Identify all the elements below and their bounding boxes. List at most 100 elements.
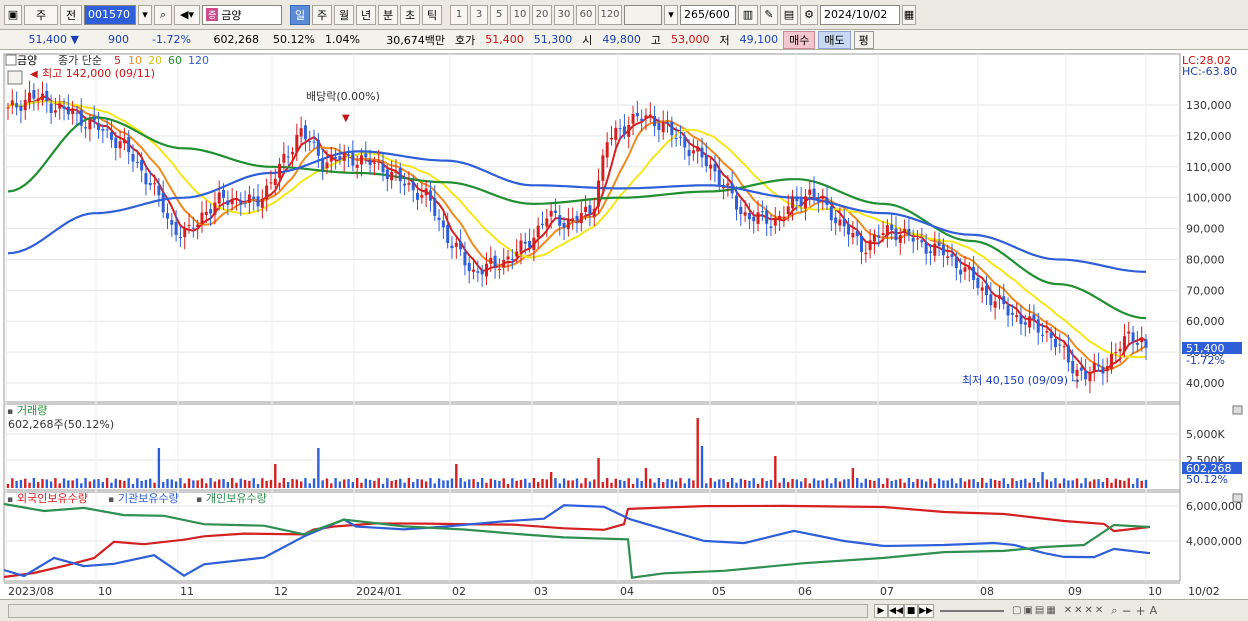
- candle-body: [161, 192, 165, 213]
- zoom-reset-icon[interactable]: ⌕: [1111, 604, 1117, 618]
- date-field[interactable]: 2024/10/02: [820, 4, 900, 25]
- zoom-slider[interactable]: [940, 609, 1004, 612]
- volume-bar: [295, 479, 299, 488]
- volume-bar: [62, 478, 66, 488]
- prev-button[interactable]: 전: [60, 4, 82, 25]
- average-button[interactable]: 평: [853, 30, 874, 49]
- min-price-label: 최저 40,150 (09/09): [962, 374, 1068, 387]
- view-mode-icons[interactable]: ▢▣▤▦: [1012, 605, 1058, 616]
- candle-body: [683, 137, 687, 148]
- calendar-icon[interactable]: ▦: [902, 4, 916, 25]
- price-tick-label: 70,000: [1186, 284, 1225, 297]
- zoom-out-icon[interactable]: −: [1121, 604, 1131, 618]
- candle-body: [416, 193, 420, 200]
- candle-body: [743, 212, 747, 216]
- candle-body: [597, 180, 601, 207]
- interval-1-button[interactable]: 1: [450, 4, 468, 25]
- candle-body: [635, 113, 639, 117]
- interval-60-button[interactable]: 60: [576, 4, 596, 25]
- candle-body: [674, 137, 678, 139]
- pane-toggle-icon[interactable]: [5, 54, 17, 66]
- volume-bar: [1075, 478, 1079, 488]
- buy-button[interactable]: 매수: [783, 30, 816, 49]
- first-page-icon[interactable]: ◀◀: [888, 603, 904, 618]
- candle-body: [234, 198, 238, 200]
- candle-body: [644, 115, 648, 119]
- chevron-down-icon[interactable]: ▾: [138, 4, 152, 25]
- interval-20-button[interactable]: 20: [532, 4, 552, 25]
- period-month-button[interactable]: 월: [334, 4, 354, 25]
- candle-body: [303, 125, 307, 140]
- candle-body: [1058, 344, 1062, 346]
- draw-tool-icon[interactable]: ✎: [760, 4, 778, 25]
- volume-bar: [476, 482, 480, 488]
- candle-body: [562, 222, 566, 228]
- volume-bar: [230, 478, 234, 488]
- period-year-button[interactable]: 년: [356, 4, 376, 25]
- table-icon[interactable]: [7, 70, 23, 85]
- period-day-button[interactable]: 일: [290, 4, 310, 25]
- stock-code-input[interactable]: 001570: [84, 4, 136, 25]
- zoom-in-icon[interactable]: +: [1136, 604, 1146, 618]
- candle-body: [627, 125, 631, 137]
- period-week-button[interactable]: 주: [312, 4, 332, 25]
- search-icon[interactable]: ⌕: [154, 4, 172, 25]
- candle-body: [1135, 342, 1139, 345]
- interval-30-button[interactable]: 30: [554, 4, 574, 25]
- data-count-field[interactable]: 265/600: [680, 4, 736, 25]
- period-minute-button[interactable]: 분: [378, 4, 398, 25]
- candle-body: [407, 183, 411, 185]
- volume-bar: [519, 479, 523, 488]
- volume-pane-icon: ▪: [7, 407, 13, 417]
- interval-3-button[interactable]: 3: [470, 4, 488, 25]
- interval-custom-input[interactable]: [624, 4, 662, 25]
- period-tick-button[interactable]: 틱: [422, 4, 442, 25]
- layout-icon[interactable]: ▣: [4, 4, 22, 25]
- crosshair-icons[interactable]: ✕✕✕✕: [1064, 605, 1106, 616]
- interval-120-button[interactable]: 120: [598, 4, 622, 25]
- chart-area[interactable]: 130,000 120,000 110,000 100,000 90,000 80,000…: [0, 50, 1248, 621]
- candle-body: [756, 212, 760, 224]
- volume-bar: [407, 478, 411, 488]
- current-pct-tag: -1.72%: [1186, 354, 1225, 367]
- volume-bar: [75, 478, 79, 488]
- interval-5-button[interactable]: 5: [490, 4, 508, 25]
- interval-10-button[interactable]: 10: [510, 4, 530, 25]
- candle-body: [838, 219, 842, 226]
- candle-body: [894, 228, 898, 241]
- market-type-select[interactable]: 주: [24, 4, 58, 25]
- volume-bar: [330, 483, 333, 488]
- font-size-icon[interactable]: A: [1150, 604, 1158, 617]
- dividend-marker-icon: ▼: [342, 113, 350, 124]
- gear-icon[interactable]: ⚙: [800, 4, 818, 25]
- candle-body: [907, 228, 911, 236]
- chevron-down-icon[interactable]: ▾: [664, 4, 678, 25]
- save-icon[interactable]: ▤: [780, 4, 798, 25]
- stop-icon[interactable]: ■: [904, 603, 918, 618]
- pane-close-icon[interactable]: [1232, 493, 1243, 503]
- candle-body: [941, 244, 945, 256]
- volume-bar: [205, 483, 208, 488]
- volume-bar: [601, 482, 605, 488]
- candle-body: [476, 271, 480, 273]
- volume-bar: [674, 481, 678, 488]
- sell-button[interactable]: 매도: [818, 30, 851, 49]
- chart-type-icon[interactable]: ▥: [738, 4, 758, 25]
- pane-close-icon[interactable]: [1232, 405, 1243, 415]
- period-second-button[interactable]: 초: [400, 4, 420, 25]
- stock-badge-icon: 증: [206, 8, 219, 21]
- last-page-icon[interactable]: ▶▶: [918, 603, 934, 618]
- horizontal-scrollbar[interactable]: [8, 603, 868, 618]
- sound-icon[interactable]: ◀▾: [174, 4, 200, 25]
- scroll-right-icon[interactable]: ▶: [874, 603, 888, 618]
- chart-canvas[interactable]: 130,000 120,000 110,000 100,000 90,000 80,000…: [0, 50, 1248, 599]
- volume-bar: [71, 480, 74, 488]
- trade-amount: 30,674백만: [386, 33, 445, 47]
- volume-bar: [450, 478, 454, 488]
- volume-bar: [662, 482, 665, 488]
- volume-pct-tag: 50.12%: [1186, 473, 1228, 486]
- stock-name-field[interactable]: 증 금양: [202, 4, 282, 25]
- candle-body: [691, 150, 695, 154]
- candle-body: [174, 221, 178, 235]
- volume-bar: [351, 482, 355, 488]
